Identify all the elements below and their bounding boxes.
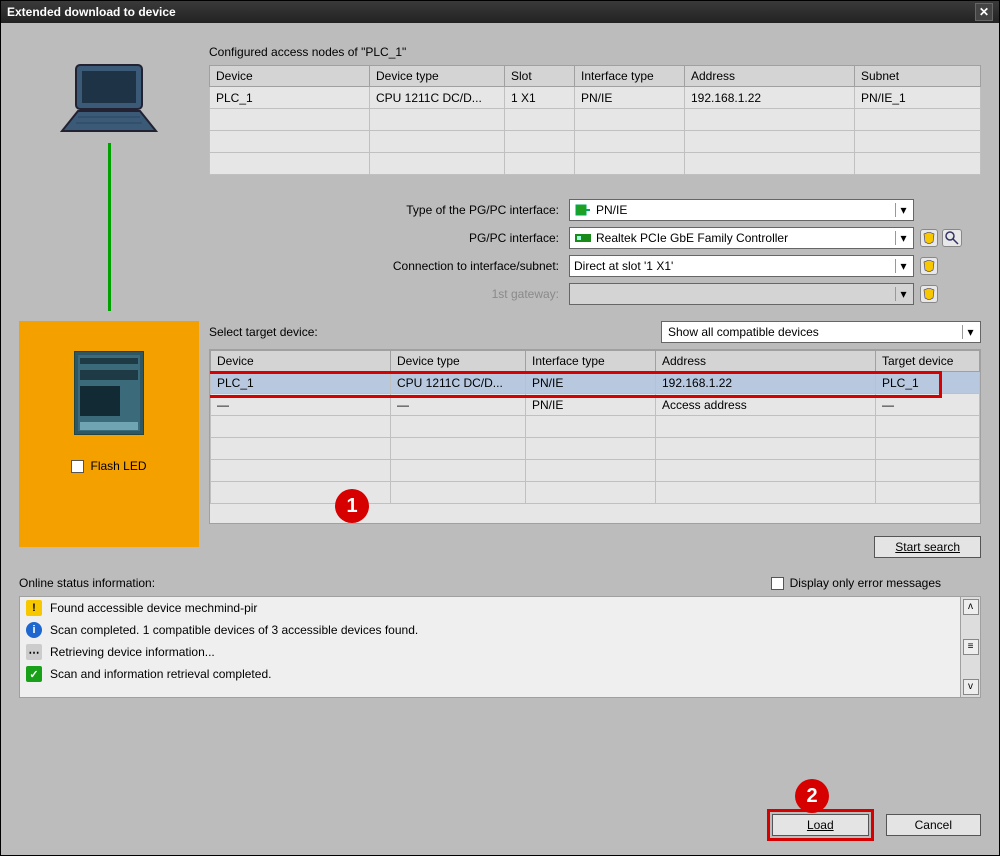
scroll-thumb-icon[interactable]: ≡ xyxy=(963,639,979,655)
status-item: ✓ Scan and information retrieval complet… xyxy=(20,663,960,685)
chevron-down-icon: ▾ xyxy=(895,231,911,245)
scroll-down-icon[interactable]: v xyxy=(963,679,979,695)
flash-led-label: Flash LED xyxy=(90,459,146,473)
col-target-device[interactable]: Target device xyxy=(876,351,980,372)
load-button[interactable]: Load xyxy=(772,814,869,836)
status-item: i Scan completed. 1 compatible devices o… xyxy=(20,619,960,641)
plc-graphic-panel: Flash LED xyxy=(19,321,199,547)
laptop-icon xyxy=(54,59,164,139)
close-icon[interactable]: ✕ xyxy=(975,3,993,21)
select-target-label: Select target device: xyxy=(209,325,318,339)
target-row-selected[interactable]: PLC_1 CPU 1211C DC/D... PN/IE 192.168.1.… xyxy=(211,372,980,394)
pg-type-combo[interactable]: PN/IE ▾ xyxy=(569,199,914,221)
col-slot[interactable]: Slot xyxy=(505,66,575,87)
col-device-type[interactable]: Device type xyxy=(391,351,526,372)
status-item: ⋯ Retrieving device information... xyxy=(20,641,960,663)
nic-icon xyxy=(574,231,592,245)
pg-type-label: Type of the PG/PC interface: xyxy=(209,203,569,217)
status-title: Online status information: xyxy=(19,576,155,590)
config-nodes-table: Device Device type Slot Interface type A… xyxy=(209,65,981,175)
col-address[interactable]: Address xyxy=(656,351,876,372)
plc-icon xyxy=(74,351,144,435)
annotation-callout-2: 2 xyxy=(795,779,829,813)
gateway-label: 1st gateway: xyxy=(209,287,569,301)
status-list: ! Found accessible device mechmind-pir i… xyxy=(19,596,981,698)
target-filter-combo[interactable]: Show all compatible devices ▾ xyxy=(661,321,981,343)
check-icon: ✓ xyxy=(26,666,42,682)
left-graphic-column xyxy=(19,41,199,311)
chevron-down-icon: ▾ xyxy=(895,259,911,273)
connection-line xyxy=(108,143,111,311)
extended-download-dialog: Extended download to device ✕ Configure xyxy=(0,0,1000,856)
scroll-up-icon[interactable]: ʌ xyxy=(963,599,979,615)
pg-if-combo[interactable]: Realtek PCIe GbE Family Controller ▾ xyxy=(569,227,914,249)
col-interface-type[interactable]: Interface type xyxy=(575,66,685,87)
config-row[interactable]: PLC_1 CPU 1211C DC/D... 1 X1 PN/IE 192.1… xyxy=(210,87,981,109)
conn-combo[interactable]: Direct at slot '1 X1' ▾ xyxy=(569,255,914,277)
titlebar: Extended download to device ✕ xyxy=(1,1,999,23)
col-address[interactable]: Address xyxy=(685,66,855,87)
retrieve-icon: ⋯ xyxy=(26,644,42,660)
cancel-button[interactable]: Cancel xyxy=(886,814,981,836)
chevron-down-icon: ▾ xyxy=(962,325,978,339)
chevron-down-icon: ▾ xyxy=(895,203,911,217)
pg-if-label: PG/PC interface: xyxy=(209,231,569,245)
target-device-table: Device Device type Interface type Addres… xyxy=(210,350,980,504)
col-subnet[interactable]: Subnet xyxy=(855,66,981,87)
pnie-icon xyxy=(574,203,592,217)
target-row[interactable]: — — PN/IE Access address — xyxy=(211,394,980,416)
chevron-down-icon: ▾ xyxy=(895,287,911,301)
warning-icon: ! xyxy=(26,600,42,616)
col-device-type[interactable]: Device type xyxy=(370,66,505,87)
shield-icon[interactable] xyxy=(920,229,938,247)
checkbox-icon xyxy=(771,577,784,590)
start-search-button[interactable]: Start search xyxy=(874,536,981,558)
display-errors-checkbox[interactable]: Display only error messages xyxy=(771,576,941,590)
status-scrollbar[interactable]: ʌ ≡ v xyxy=(960,597,980,697)
checkbox-icon xyxy=(71,460,84,473)
shield-icon[interactable] xyxy=(920,285,938,303)
gateway-combo: ▾ xyxy=(569,283,914,305)
col-device[interactable]: Device xyxy=(211,351,391,372)
col-interface-type[interactable]: Interface type xyxy=(526,351,656,372)
col-device[interactable]: Device xyxy=(210,66,370,87)
flash-led-checkbox[interactable]: Flash LED xyxy=(71,459,146,473)
config-nodes-title: Configured access nodes of "PLC_1" xyxy=(209,45,981,59)
info-icon: i xyxy=(26,622,42,638)
annotation-frame-2: Load xyxy=(767,809,874,841)
status-item: ! Found accessible device mechmind-pir xyxy=(20,597,960,619)
window-title: Extended download to device xyxy=(7,5,176,19)
search-icon[interactable] xyxy=(942,229,962,247)
shield-icon[interactable] xyxy=(920,257,938,275)
conn-label: Connection to interface/subnet: xyxy=(209,259,569,273)
